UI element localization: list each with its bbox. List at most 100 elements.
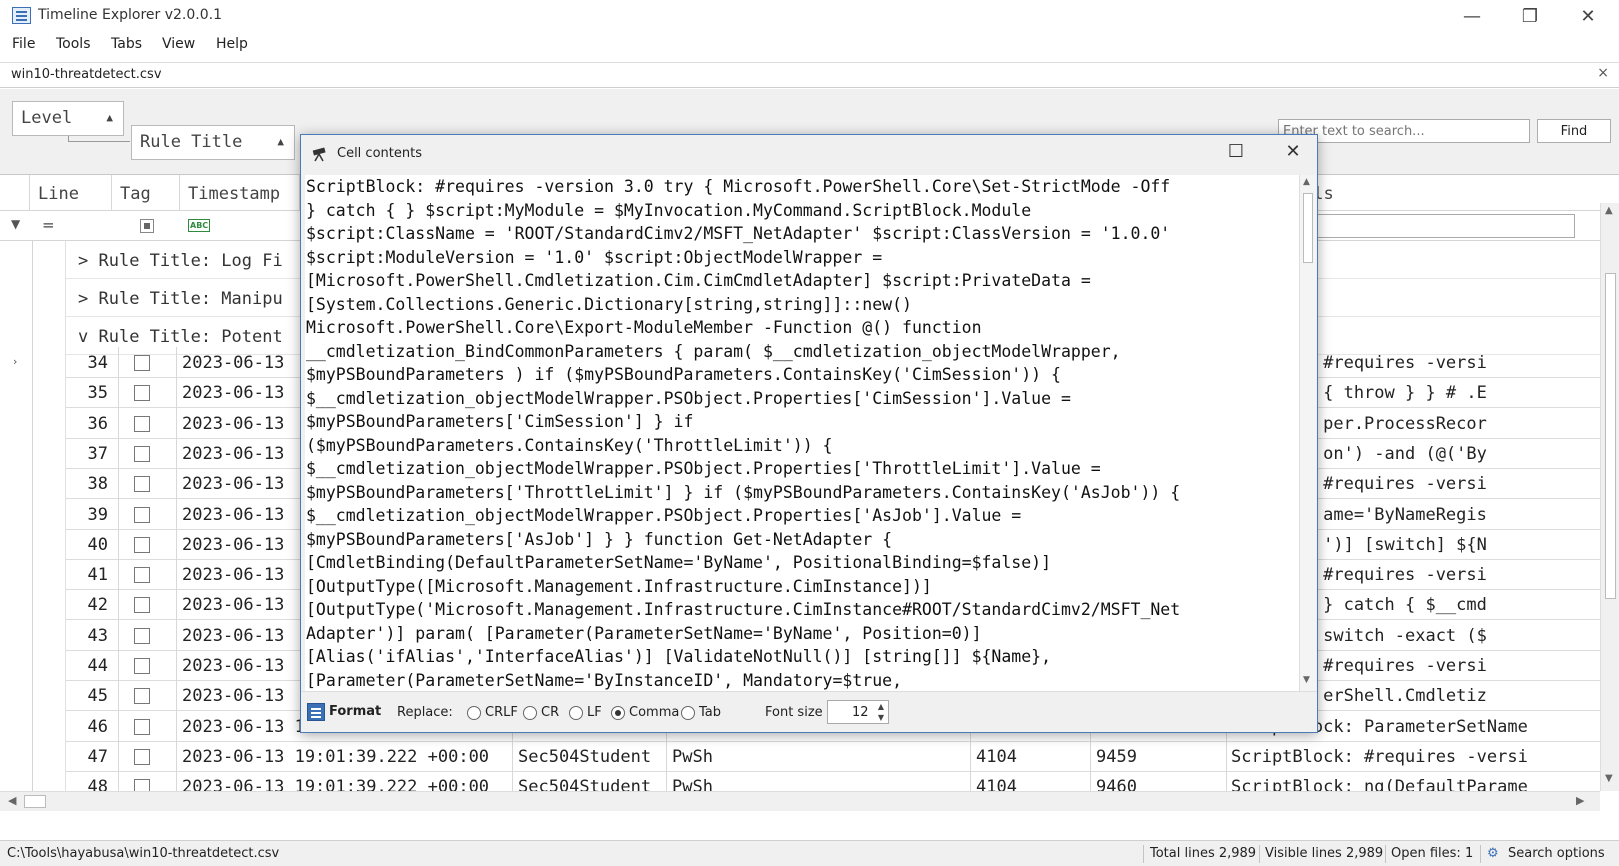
grid-vertical-scrollbar[interactable]: ▲ ▼ xyxy=(1600,203,1619,791)
file-tab[interactable]: win10-threatdetect.csv xyxy=(11,67,162,82)
tag-checkbox[interactable] xyxy=(134,506,150,523)
filter-icon[interactable]: ▼ xyxy=(11,217,20,231)
scroll-right-icon[interactable]: ▶ xyxy=(1576,794,1584,807)
dialog-title: Cell contents xyxy=(337,146,422,161)
menu-tabs[interactable]: Tabs xyxy=(111,36,142,52)
group-indent xyxy=(33,241,66,791)
expand-chevron-icon: > xyxy=(78,289,99,309)
column-divider xyxy=(970,740,971,772)
dialog-vertical-scrollbar[interactable]: ▲ ▼ xyxy=(1299,175,1316,691)
scroll-up-icon[interactable]: ▲ xyxy=(1605,205,1613,216)
scroll-down-icon[interactable]: ▼ xyxy=(1303,675,1310,685)
tag-checkbox[interactable] xyxy=(134,658,150,674)
column-divider xyxy=(176,559,177,591)
search-options-button[interactable]: Search options xyxy=(1508,846,1605,861)
menu-view[interactable]: View xyxy=(162,36,195,52)
filter-details-input[interactable] xyxy=(1295,214,1575,238)
table-row[interactable]: 47 2023-06-13 19:01:39.222 +00:00 Sec504St… xyxy=(66,740,1600,772)
format-button[interactable]: Format xyxy=(329,704,381,719)
column-divider xyxy=(176,650,177,681)
tag-checkbox[interactable] xyxy=(134,597,150,614)
tag-checkbox[interactable] xyxy=(134,718,150,735)
row-indicator-header xyxy=(0,175,30,211)
scroll-thumb[interactable] xyxy=(1605,273,1616,599)
menu-file[interactable]: File xyxy=(12,36,35,52)
file-tab-strip: win10-threatdetect.csv × xyxy=(0,62,1619,88)
line-cell: 47 xyxy=(87,746,108,767)
scroll-down-icon[interactable]: ▼ xyxy=(1605,773,1613,784)
find-button[interactable]: Find xyxy=(1537,119,1611,143)
line-cell: 41 xyxy=(87,565,108,586)
content-line: __cmdletization_BindCommonParameters { p… xyxy=(306,341,1121,361)
status-open-files: Open files: 1 xyxy=(1391,846,1474,861)
group-connector xyxy=(68,136,130,142)
content-line: $__cmdletization_objectModelWrapper.PSOb… xyxy=(306,506,1022,525)
column-header-tag[interactable]: Tag xyxy=(112,175,180,211)
scroll-thumb[interactable] xyxy=(24,795,46,808)
scroll-up-icon[interactable]: ▲ xyxy=(1303,177,1310,187)
content-line: $__cmdletization_objectModelWrapper.PSOb… xyxy=(306,388,1071,408)
replace-radio-comma[interactable] xyxy=(611,706,625,720)
tag-checkbox[interactable] xyxy=(134,355,150,371)
group-chip-level[interactable]: Level ▲ xyxy=(12,101,124,136)
tab-close-icon[interactable]: × xyxy=(1597,65,1609,81)
column-header-line[interactable]: Line xyxy=(30,175,112,211)
column-divider xyxy=(176,528,177,560)
line-cell: 34 xyxy=(87,353,108,373)
column-divider xyxy=(176,740,177,772)
menu-help[interactable]: Help xyxy=(216,36,248,52)
column-header-details[interactable]: ils xyxy=(1295,175,1600,211)
telescope-icon xyxy=(312,147,326,162)
tag-checkbox[interactable] xyxy=(134,627,150,644)
filter-tag-checkbox[interactable] xyxy=(140,219,154,233)
scroll-left-icon[interactable]: ◀ xyxy=(8,794,16,807)
filter-text-icon[interactable]: ABC xyxy=(188,219,211,232)
replace-radio-lf[interactable] xyxy=(569,706,583,720)
column-divider xyxy=(512,740,513,772)
minimize-button[interactable]: — xyxy=(1443,0,1501,32)
font-size-value: 12 xyxy=(852,705,869,720)
font-size-stepper[interactable]: 12 ▲ ▼ xyxy=(827,700,889,724)
tag-checkbox[interactable] xyxy=(134,476,150,493)
cell-content-textarea[interactable]: ScriptBlock: #requires -version 3.0 try … xyxy=(305,175,1301,691)
dialog-maximize-button[interactable]: ☐ xyxy=(1221,139,1251,165)
filter-operator-equals[interactable]: = xyxy=(42,216,55,234)
column-header-timestamp[interactable]: Timestamp xyxy=(180,175,300,211)
dialog-close-button[interactable]: ✕ xyxy=(1273,139,1313,165)
content-line: $script:ModuleVersion = '1.0' $script:Ob… xyxy=(306,247,883,267)
tag-checkbox[interactable] xyxy=(134,567,150,584)
tag-checkbox[interactable] xyxy=(134,445,150,462)
line-cell: 42 xyxy=(87,595,108,616)
content-line: [OutputType([Microsoft.Management.Infras… xyxy=(306,576,932,596)
stepper-arrows-icon[interactable]: ▲ ▼ xyxy=(878,701,884,723)
tag-checkbox[interactable] xyxy=(134,688,150,705)
column-divider xyxy=(118,559,119,591)
app-icon xyxy=(12,7,31,24)
tag-checkbox[interactable] xyxy=(134,415,150,432)
replace-radio-crlf[interactable] xyxy=(467,706,481,720)
window-title: Timeline Explorer v2.0.0.1 xyxy=(38,7,222,23)
tag-checkbox[interactable] xyxy=(134,536,150,553)
grid-horizontal-scrollbar[interactable]: ◀ ▶ xyxy=(0,791,1600,811)
content-line: [Parameter(ParameterSetName='ByInstanceI… xyxy=(306,670,903,690)
tag-checkbox[interactable] xyxy=(134,748,150,765)
content-line: $__cmdletization_objectModelWrapper.PSOb… xyxy=(306,459,1101,478)
replace-radio-tab[interactable] xyxy=(681,706,695,720)
content-line: ScriptBlock: #requires -version 3.0 try … xyxy=(306,177,1171,196)
menu-tools[interactable]: Tools xyxy=(56,36,91,52)
replace-option-label: Comma xyxy=(629,705,680,720)
restore-button[interactable]: ❐ xyxy=(1501,0,1559,32)
scroll-thumb[interactable] xyxy=(1303,193,1313,263)
sort-asc-icon: ▲ xyxy=(106,111,113,124)
group-chip-rule-title[interactable]: Rule Title ▲ xyxy=(131,125,295,160)
menu-bar: File Tools Tabs View Help xyxy=(0,32,1619,60)
replace-radio-cr[interactable] xyxy=(523,706,537,720)
column-divider xyxy=(176,437,177,469)
content-line: $script:ClassName = 'ROOT/StandardCimv2/… xyxy=(306,224,1171,243)
status-separator xyxy=(1385,845,1386,863)
close-button[interactable]: ✕ xyxy=(1559,0,1617,32)
content-line: Microsoft.PowerShell.Core\Export-ModuleM… xyxy=(306,318,982,337)
details-cell: ScriptBlock: #requires -versi xyxy=(1231,746,1528,767)
column-divider xyxy=(176,680,177,712)
tag-checkbox[interactable] xyxy=(134,385,150,402)
